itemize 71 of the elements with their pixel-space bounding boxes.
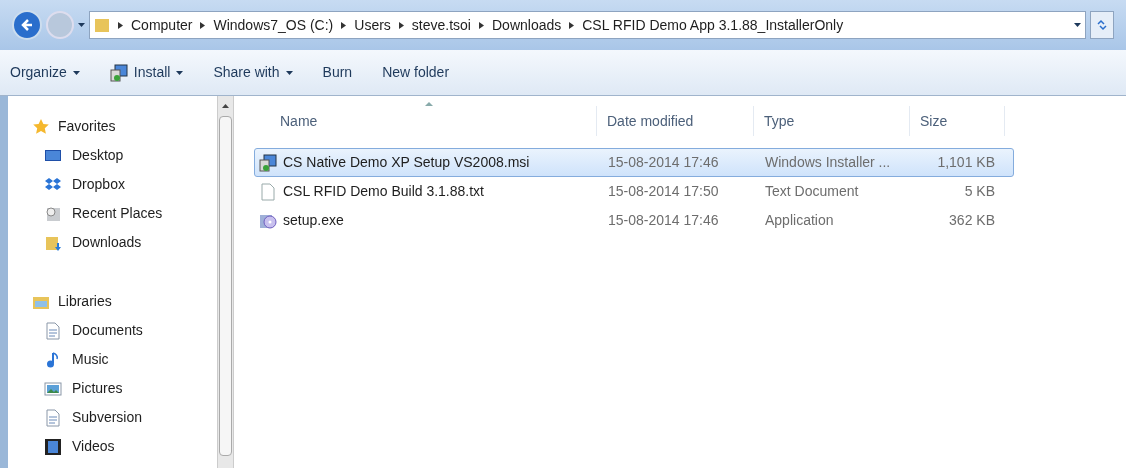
picture-icon (44, 379, 62, 398)
column-header[interactable]: Date modified (597, 106, 754, 136)
file-name: setup.exe (283, 211, 344, 230)
refresh-arrows-icon (1096, 19, 1108, 31)
recent-places-icon (44, 204, 62, 223)
file-name: CSL RFID Demo Build 3.1.88.txt (283, 182, 484, 201)
nav-item[interactable]: Desktop (32, 141, 217, 170)
column-header[interactable]: Name (254, 106, 597, 136)
nav-item[interactable]: Pictures (32, 374, 217, 403)
sort-arrow-icon (425, 102, 433, 106)
size-cell-text: 5 KB (963, 182, 996, 201)
breadcrumb-item[interactable]: steve.tsoi (411, 14, 471, 36)
breadcrumb-item[interactable]: Users (354, 14, 391, 36)
size-cell-text: 1,101 KB (936, 153, 996, 172)
nav-item[interactable]: Subversion (32, 403, 217, 432)
scrollbar[interactable] (217, 96, 234, 468)
date-cell-text: 15-08-2014 17:46 (607, 211, 720, 230)
date-cell-text: 15-08-2014 17:50 (607, 182, 720, 201)
scroll-thumb[interactable] (219, 116, 232, 456)
installer-icon (109, 63, 128, 82)
breadcrumb-item[interactable]: Windows7_OS (C:) (213, 14, 334, 36)
toolbar-button[interactable]: Burn (322, 62, 353, 83)
nav-item[interactable]: Recent Places (32, 199, 217, 228)
toolbar-button[interactable]: New folder (382, 62, 450, 83)
dropdown-caret-icon (72, 70, 80, 75)
type-cell-text: Windows Installer ... (764, 153, 892, 172)
folder-icon (94, 17, 110, 33)
nav-group[interactable]: Favorites (32, 112, 217, 141)
date-cell-text: 15-08-2014 17:46 (607, 153, 720, 172)
breadcrumb-arrow-icon (569, 21, 575, 29)
toolbar-button[interactable]: Organize (10, 62, 80, 83)
nav-item[interactable]: Documents (32, 316, 217, 345)
breadcrumb-item[interactable]: CSL RFID Demo App 3.1.88_InstallerOnly (582, 14, 844, 36)
back-button[interactable] (12, 10, 42, 40)
dropdown-caret-icon (285, 70, 293, 75)
back-arrow-icon (20, 18, 34, 32)
size-cell-text: 362 KB (948, 211, 996, 230)
text-file-icon (259, 182, 277, 201)
document-icon (44, 321, 62, 340)
dropdown-caret-icon (1074, 23, 1081, 27)
installer-icon (259, 153, 277, 172)
refresh-button[interactable] (1090, 11, 1114, 39)
document-icon (44, 408, 62, 427)
file-name: CS Native Demo XP Setup VS2008.msi (283, 153, 530, 172)
breadcrumb-arrow-icon (200, 21, 206, 29)
dropdown-caret-icon (78, 23, 85, 27)
column-header[interactable]: Type (754, 106, 910, 136)
nav-item[interactable]: Downloads (32, 228, 217, 257)
nav-item[interactable]: Dropbox (32, 170, 217, 199)
breadcrumb-arrow-icon (341, 21, 347, 29)
file-row[interactable]: CS Native Demo XP Setup VS2008.msi 15-08-2014 17:46 Windows Installer ... 1,101 KB (254, 148, 1014, 177)
breadcrumb-item[interactable]: Downloads (492, 14, 562, 36)
nav-group[interactable]: Libraries (32, 287, 217, 316)
scroll-up-arrow-icon (222, 104, 229, 108)
toolbar-button[interactable]: Share with (213, 62, 293, 83)
type-cell-text: Text Document (764, 182, 860, 201)
film-icon (44, 437, 62, 456)
breadcrumb-arrow-icon (118, 21, 123, 29)
type-cell-text: Application (764, 211, 835, 230)
nav-item[interactable]: Videos (32, 432, 217, 461)
breadcrumb-item[interactable]: Computer (131, 14, 193, 36)
file-row[interactable]: setup.exe 15-08-2014 17:46 Application 362 KB (254, 206, 1014, 235)
nav-item[interactable]: Music (32, 345, 217, 374)
toolbar-button[interactable]: Install (109, 62, 184, 83)
breadcrumb-arrow-icon (398, 21, 404, 29)
address-field[interactable]: Computer Windows7_OS (C:) Users steve.tsoi Downloads CSL RFID Demo App 3.1.88_InstallerOnly (89, 11, 1086, 39)
dropdown-caret-icon (176, 70, 184, 75)
file-row[interactable]: CSL RFID Demo Build 3.1.88.txt 15-08-2014 17:50 Text Document 5 KB (254, 177, 1014, 206)
breadcrumb-arrow-icon (479, 21, 484, 29)
column-header[interactable]: Size (910, 106, 1005, 136)
star-icon (32, 117, 50, 136)
